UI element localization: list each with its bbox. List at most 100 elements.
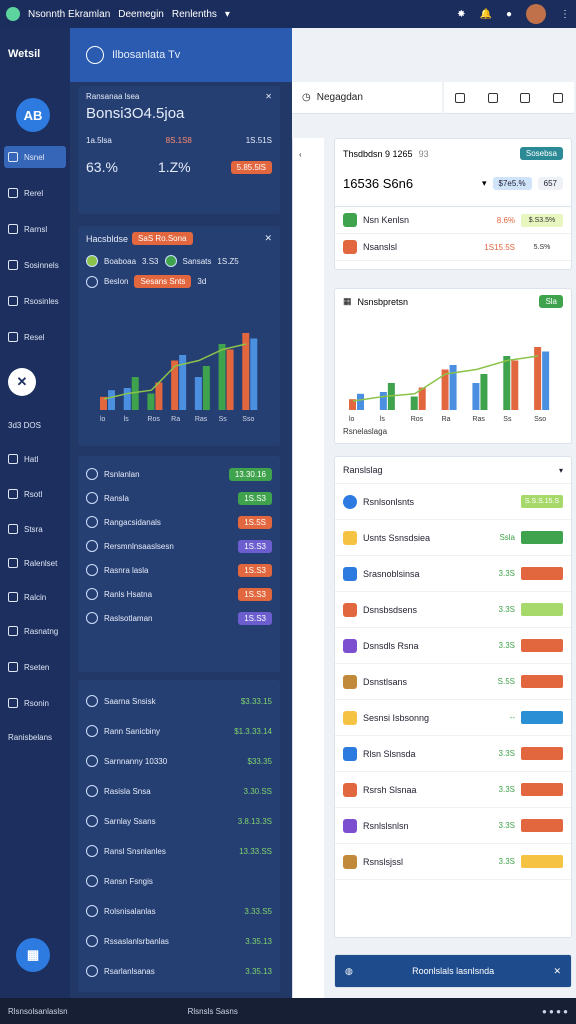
rail-item-2[interactable]: Rerel [4, 182, 66, 204]
list-item[interactable]: Dsnsdls Rsna 3.3S [335, 628, 571, 664]
menu-item-2[interactable]: Renlenths [172, 9, 217, 20]
more-icon[interactable] [552, 92, 563, 103]
rail-item-11[interactable]: Ralcin [4, 586, 66, 608]
chevron-down-icon[interactable]: ▾ [482, 178, 487, 189]
item-icon [86, 695, 98, 707]
calendar-icon[interactable] [487, 92, 498, 103]
avatar[interactable] [526, 4, 546, 24]
list-item[interactable]: Raslsotlaman 1S.S3 [86, 606, 272, 630]
close-icon[interactable]: ✕ [264, 233, 272, 244]
x-tick-label: lo [349, 416, 355, 423]
rail-item-3[interactable]: Rarnsl [4, 218, 66, 240]
grid-icon [8, 524, 18, 534]
compass-icon[interactable]: ✕ [8, 368, 36, 396]
list-item[interactable]: Ransl Snsnlanles 13.33.SS [86, 836, 272, 866]
rail-item-7[interactable]: Hatl [4, 448, 66, 470]
list-item[interactable]: Usnts Ssnsdsiea Ssla [335, 520, 571, 556]
list-item[interactable]: Dsnsbsdsens 3.3S [335, 592, 571, 628]
item-icon [343, 782, 357, 797]
list-item[interactable]: Rersmnlnsaaslsesn 1S.S3 [86, 534, 272, 558]
list-item[interactable]: Rsarlanlsanas 3.35.13 [86, 956, 272, 986]
settings-icon[interactable]: ✸ [457, 9, 465, 20]
rail-item-13[interactable]: Rseten [4, 656, 66, 678]
menu-icon[interactable]: ⋮ [560, 9, 570, 20]
list-item[interactable]: Rsnslsjssl 3.3S [335, 844, 571, 880]
item-icon [343, 674, 357, 689]
close-icon[interactable]: ✕ [265, 92, 272, 101]
rail-item-1[interactable]: Nsnel [4, 146, 66, 168]
list-item[interactable]: Rasnra lasla 1S.S3 [86, 558, 272, 582]
app-logo [6, 7, 20, 21]
list-item[interactable]: Ransla 1S.S3 [86, 486, 272, 510]
list-highlight[interactable]: Rsnlsonlsnts S.S.S.15.S [335, 484, 571, 520]
chart-icon: ▦ [343, 296, 352, 306]
stat-row[interactable]: Nsn Kenlsn 8.6% $.S3.5% [335, 207, 571, 234]
list-item[interactable]: Saarna Snsisk $3.33.15 [86, 686, 272, 716]
list-item[interactable]: Rolsnisalanlas 3.33.S5 [86, 896, 272, 926]
compass-icon [86, 46, 104, 64]
status-badge [521, 531, 563, 544]
rail-item-15[interactable]: Ranisbelans [4, 726, 66, 748]
user-icon[interactable]: ● [506, 9, 512, 20]
menu-item-1[interactable]: Deemegin [118, 9, 164, 20]
taskbar-center[interactable]: Rlsnsls Sasns [188, 1007, 238, 1016]
list-item[interactable]: Dsnstlsans S.5S [335, 664, 571, 700]
rail-item-5[interactable]: Rsosinles [4, 290, 66, 312]
kpi-3: 1S.51S [245, 136, 272, 145]
rail-item-9[interactable]: Stsra [4, 518, 66, 540]
x-tick-label: Ra [171, 416, 180, 423]
home-icon[interactable]: ▦ [16, 938, 50, 972]
edit-icon[interactable] [520, 92, 531, 103]
rail-item-14[interactable]: Rsonin [4, 692, 66, 714]
list-item[interactable]: Rlsn Slsnsda 3.3S [335, 736, 571, 772]
chart-footer[interactable]: Rsnelaslaga [335, 427, 571, 436]
search-icon[interactable] [455, 92, 466, 103]
list-card-2: Saarna Snsisk $3.33.15 Rann Sanicbiny $1.3.… [78, 680, 280, 992]
list-item[interactable]: Rsnlslsnlsn 3.3S [335, 808, 571, 844]
rail-item-12[interactable]: Rasnatng [4, 620, 66, 642]
rail-item-10[interactable]: Ralenlset [4, 552, 66, 574]
list-item[interactable]: Sesnsi Isbsonng -- [335, 700, 571, 736]
status-badge [521, 747, 563, 760]
window-icon [8, 626, 18, 636]
chart-card-right: ▦ Nsnsbpretsn Sla lo ls Ros Ra Ras Ss Sso Rsne… [334, 288, 572, 444]
item-icon [86, 845, 98, 857]
summary-card: Ransanaa lsea ✕ Bonsi3O4.5joa 1a.5lsa 8S.… [78, 86, 280, 214]
home-icon [8, 152, 18, 162]
item-icon [86, 564, 98, 576]
chart-bar [379, 392, 387, 410]
chevron-down-icon[interactable]: ▾ [559, 466, 563, 475]
chart-bar [511, 360, 519, 410]
list-item[interactable]: Rangacsidanals 1S.5S [86, 510, 272, 534]
list-item[interactable]: Rasisla Snsa 3.30.SS [86, 776, 272, 806]
list-item[interactable]: Sarnnanny 10330 $33.35 [86, 746, 272, 776]
rail-item-8[interactable]: Rsotl [4, 483, 66, 505]
item-icon [343, 530, 357, 545]
legend-dot-1 [86, 255, 98, 267]
list-item[interactable]: Ranls Hsatna 1S.S3 [86, 582, 272, 606]
chevron-down-icon[interactable]: ▾ [225, 9, 230, 20]
list-item[interactable]: Rsnlanlan 13.30.16 [86, 462, 272, 486]
list-item[interactable]: Sarnlay Ssans 3.8.13.3S [86, 806, 272, 836]
bell-icon[interactable]: 🔔 [480, 9, 492, 20]
list-item[interactable]: Rssaslanlsrbanlas 3.35.13 [86, 926, 272, 956]
tray-icons[interactable]: ● ● ● ● [542, 1007, 568, 1016]
list-item[interactable]: Rsrsh Slsnaa 3.3S [335, 772, 571, 808]
middle-panel: Ilbosanlata Tv Ransanaa lsea ✕ Bonsi3O4.5… [70, 28, 292, 998]
rail-item-6[interactable]: Resel [4, 326, 66, 348]
close-icon[interactable]: ✕ [553, 966, 561, 977]
item-icon [343, 638, 357, 653]
x-tick-label: lo [100, 416, 106, 423]
chart-bar [194, 377, 202, 410]
list-header[interactable]: Ranslslag ▾ [335, 457, 571, 484]
user-avatar[interactable]: AB [16, 98, 50, 132]
list-item[interactable]: Srasnoblsinsa 3.3S [335, 556, 571, 592]
list-item[interactable]: Ransn Fsngis [86, 866, 272, 896]
taskbar: Rlsnsolsanlaslsn Rlsnsls Sasns ● ● ● ● [0, 998, 576, 1024]
stat-row[interactable]: Nsanslsl 1S15.5S 5.S% [335, 234, 571, 261]
list-item[interactable]: Rann Sanicbiny $1.3.33.14 [86, 716, 272, 746]
rail-item-4[interactable]: Sosinnels [4, 254, 66, 276]
footer-banner[interactable]: ◍ Roonlslals lasnlsnda ✕ [334, 954, 572, 988]
taskbar-left[interactable]: Rlsnsolsanlaslsn [8, 1007, 68, 1016]
item-icon [86, 540, 98, 552]
